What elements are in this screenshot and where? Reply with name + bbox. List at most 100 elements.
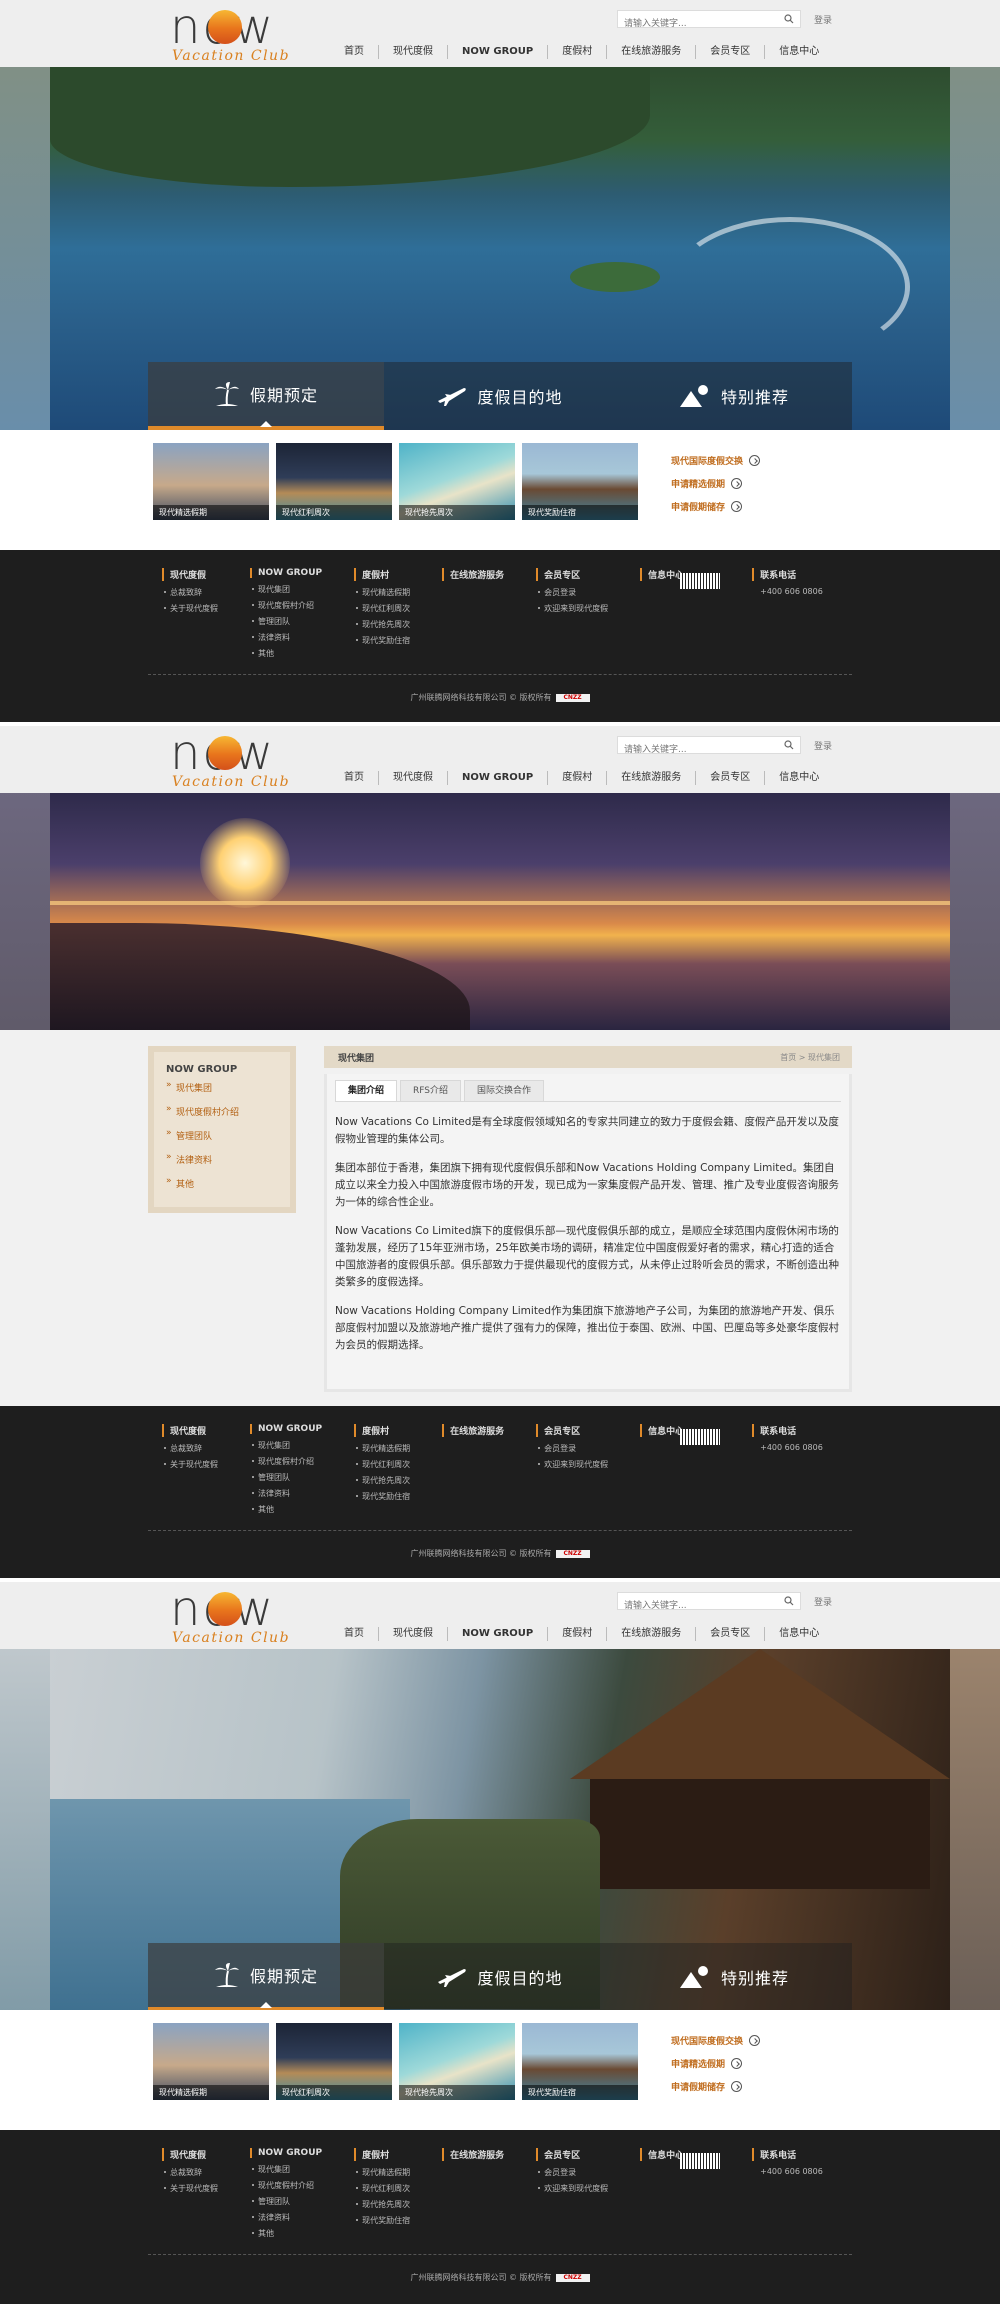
nav-item-member[interactable]: 会员专区 (695, 1627, 764, 1641)
search-input[interactable] (618, 16, 778, 32)
tab-special-offers[interactable]: 特别推荐 (616, 362, 852, 430)
subtab-rfs-intro[interactable]: RFS介绍 (400, 1080, 462, 1101)
subtab-group-intro[interactable]: 集团介绍 (335, 1080, 398, 1101)
banner-prev-slide[interactable] (0, 1649, 50, 2010)
search-icon[interactable] (784, 1596, 794, 1606)
logo[interactable]: now Vacation Club (170, 3, 300, 64)
nav-item-resort[interactable]: 度假村 (547, 771, 606, 785)
nav-item-home[interactable]: 首页 (330, 45, 378, 59)
search-input[interactable] (618, 742, 778, 758)
footer-col-title[interactable]: 现代度假 (162, 2148, 218, 2161)
nav-item-info[interactable]: 信息中心 (764, 45, 833, 59)
nav-item-vacation[interactable]: 现代度假 (378, 45, 447, 59)
footer-col-title[interactable]: 会员专区 (536, 1424, 608, 1437)
footer-link[interactable]: 其他 (250, 1504, 322, 1515)
link-apply-selected[interactable]: 申请精选假期 (671, 475, 760, 491)
banner-next-slide[interactable] (950, 793, 1000, 1030)
footer-link[interactable]: 现代红利周次 (354, 603, 410, 614)
footer-col-title[interactable]: 现代度假 (162, 1424, 218, 1437)
nav-item-vacation[interactable]: 现代度假 (378, 1627, 447, 1641)
link-vacation-exchange[interactable]: 现代国际度假交换 (671, 452, 761, 468)
footer-link[interactable]: 总裁致辞 (162, 587, 218, 598)
footer-link[interactable]: 法律资料 (250, 2212, 322, 2223)
footer-col-title[interactable]: 在线旅游服务 (442, 568, 504, 581)
footer-link[interactable]: 现代精选假期 (354, 587, 410, 598)
nav-item-resort[interactable]: 度假村 (547, 1627, 606, 1641)
footer-link[interactable]: 现代红利周次 (354, 1459, 410, 1470)
footer-link[interactable]: 关于现代度假 (162, 2183, 218, 2194)
subtab-exchange[interactable]: 国际交换合作 (464, 1080, 545, 1101)
search-icon[interactable] (784, 740, 794, 750)
search-input[interactable] (618, 1598, 778, 1614)
footer-link[interactable]: 关于现代度假 (162, 603, 218, 614)
footer-link[interactable]: 其他 (250, 648, 322, 659)
footer-col-title[interactable]: 在线旅游服务 (442, 2148, 504, 2161)
footer-link[interactable]: 现代抢先周次 (354, 2199, 410, 2210)
footer-link[interactable]: 现代红利周次 (354, 2183, 410, 2194)
footer-link[interactable]: 现代集团 (250, 2164, 322, 2175)
side-nav-item-other[interactable]: 其他 (166, 1176, 278, 1190)
banner-next-slide[interactable] (950, 1649, 1000, 2010)
thumb-bonus-weeks[interactable]: 现代红利周次 (276, 2023, 392, 2100)
footer-link[interactable]: 现代度假村介绍 (250, 1456, 322, 1467)
nav-item-online-travel[interactable]: 在线旅游服务 (606, 45, 695, 59)
footer-col-title[interactable]: 会员专区 (536, 568, 608, 581)
footer-col-title[interactable]: 在线旅游服务 (442, 1424, 504, 1437)
nav-item-online-travel[interactable]: 在线旅游服务 (606, 1627, 695, 1641)
nav-item-member[interactable]: 会员专区 (695, 771, 764, 785)
footer-link[interactable]: 欢迎来到现代度假 (536, 2183, 608, 2194)
footer-link[interactable]: 现代抢先周次 (354, 1475, 410, 1486)
banner-prev-slide[interactable] (0, 67, 50, 430)
cnzz-badge[interactable]: CNZZ (555, 693, 590, 702)
footer-link[interactable]: 会员登录 (536, 2167, 608, 2178)
footer-link[interactable]: 现代集团 (250, 1440, 322, 1451)
footer-link[interactable]: 现代奖励住宿 (354, 2215, 410, 2226)
footer-link[interactable]: 会员登录 (536, 1443, 608, 1454)
footer-col-title[interactable]: 度假村 (354, 1424, 410, 1437)
footer-col-title[interactable]: 度假村 (354, 2148, 410, 2161)
footer-link[interactable]: 法律资料 (250, 1488, 322, 1499)
login-link[interactable]: 登录 (814, 739, 832, 752)
footer-link[interactable]: 现代奖励住宿 (354, 635, 410, 646)
nav-item-now-group[interactable]: NOW GROUP (447, 1627, 547, 1641)
nav-item-home[interactable]: 首页 (330, 771, 378, 785)
footer-link[interactable]: 管理团队 (250, 616, 322, 627)
footer-link[interactable]: 现代奖励住宿 (354, 1491, 410, 1502)
nav-item-vacation[interactable]: 现代度假 (378, 771, 447, 785)
footer-link[interactable]: 其他 (250, 2228, 322, 2239)
login-link[interactable]: 登录 (814, 13, 832, 26)
footer-link[interactable]: 管理团队 (250, 1472, 322, 1483)
nav-item-now-group[interactable]: NOW GROUP (447, 45, 547, 59)
footer-link[interactable]: 现代精选假期 (354, 1443, 410, 1454)
tab-destinations[interactable]: 度假目的地 (384, 362, 616, 430)
side-nav-item-legal[interactable]: 法律资料 (166, 1152, 278, 1166)
thumb-reward-stay[interactable]: 现代奖励住宿 (522, 2023, 638, 2100)
banner-prev-slide[interactable] (0, 793, 50, 1030)
thumb-bonus-weeks[interactable]: 现代红利周次 (276, 443, 392, 520)
link-apply-selected[interactable]: 申请精选假期 (671, 2055, 760, 2071)
footer-col-title[interactable]: NOW GROUP (250, 2148, 322, 2158)
side-nav-item-group[interactable]: 现代集团 (166, 1080, 278, 1094)
footer-col-title[interactable]: NOW GROUP (250, 1424, 322, 1434)
thumb-selected-vacation[interactable]: 现代精选假期 (153, 2023, 269, 2100)
link-apply-storage[interactable]: 申请假期储存 (671, 498, 760, 514)
nav-item-now-group[interactable]: NOW GROUP (447, 771, 547, 785)
cnzz-badge[interactable]: CNZZ (555, 1549, 590, 1558)
logo[interactable]: now Vacation Club (170, 729, 300, 790)
thumb-early-weeks[interactable]: 现代抢先周次 (399, 443, 515, 520)
footer-link[interactable]: 总裁致辞 (162, 1443, 218, 1454)
footer-link[interactable]: 现代抢先周次 (354, 619, 410, 630)
footer-col-title[interactable]: NOW GROUP (250, 568, 322, 578)
tab-destinations[interactable]: 度假目的地 (384, 1943, 616, 2010)
footer-link[interactable]: 现代集团 (250, 584, 322, 595)
footer-col-title[interactable]: 度假村 (354, 568, 410, 581)
thumb-selected-vacation[interactable]: 现代精选假期 (153, 443, 269, 520)
footer-link[interactable]: 欢迎来到现代度假 (536, 603, 608, 614)
login-link[interactable]: 登录 (814, 1595, 832, 1608)
nav-item-info[interactable]: 信息中心 (764, 1627, 833, 1641)
footer-link[interactable]: 现代度假村介绍 (250, 2180, 322, 2191)
nav-item-resort[interactable]: 度假村 (547, 45, 606, 59)
logo[interactable]: now Vacation Club (170, 1585, 300, 1646)
side-nav-item-management[interactable]: 管理团队 (166, 1128, 278, 1142)
search-icon[interactable] (784, 14, 794, 24)
